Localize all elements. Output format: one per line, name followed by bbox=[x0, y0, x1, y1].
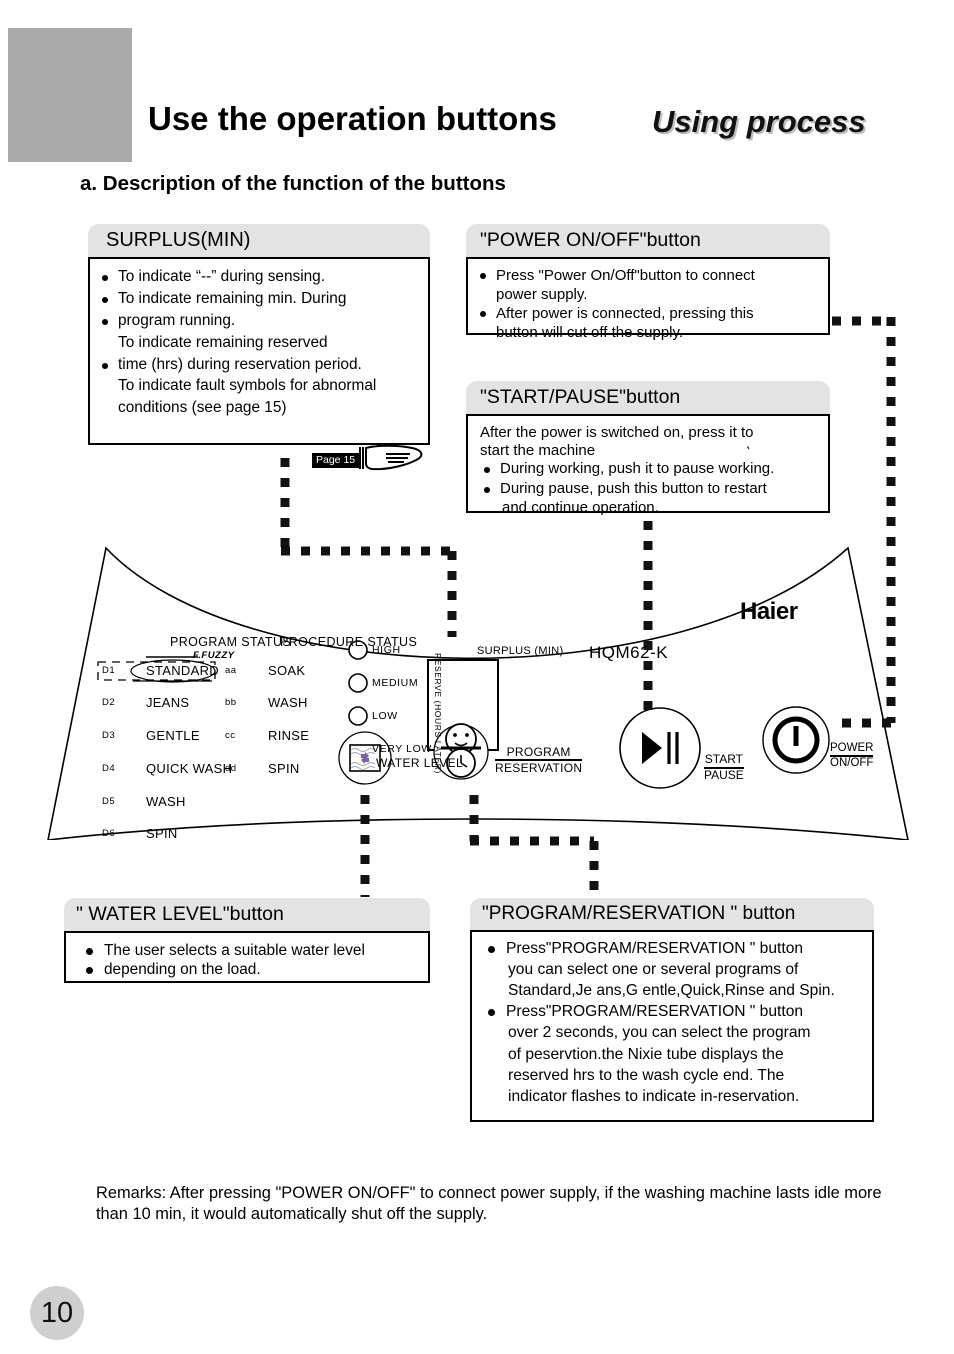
start-pause-button-label: START PAUSE bbox=[704, 752, 744, 783]
water-level-option-very-low: VERY LOW bbox=[372, 743, 432, 755]
remarks-text: Remarks: After pressing "POWER ON/OFF" t… bbox=[96, 1184, 882, 1223]
callout-program-reservation: "PROGRAM/RESERVATION " button Press"PROG… bbox=[470, 898, 874, 1122]
callout-surplus-body: To indicate “--” during sensing. To indi… bbox=[88, 257, 430, 471]
water-level-option-medium: MEDIUM bbox=[372, 677, 419, 689]
header-gray-block bbox=[8, 28, 132, 162]
program-reservation-label-top: PROGRAM bbox=[495, 745, 583, 762]
list-item: After power is connected, pressing this bbox=[478, 305, 818, 323]
onoff-label: ON/OFF bbox=[830, 757, 874, 770]
program-reservation-button-label: PROGRAM RESERVATION bbox=[495, 745, 583, 776]
program-code: D2 bbox=[102, 697, 116, 708]
program-name[interactable]: GENTLE bbox=[146, 728, 200, 743]
surplus-display-label: SURPLUS (MIN) bbox=[477, 645, 564, 657]
section-heading-a: a. Description of the function of the bu… bbox=[80, 172, 506, 195]
procedure-name: WASH bbox=[268, 695, 308, 710]
list-item: and continue operation. bbox=[502, 499, 659, 517]
callout-surplus: SURPLUS(MIN) To indicate “--” during sen… bbox=[88, 224, 430, 471]
model-number: HQM62-K bbox=[589, 643, 669, 662]
program-code: D6 bbox=[102, 828, 116, 839]
program-reservation-label-bottom: RESERVATION bbox=[495, 761, 583, 776]
program-name[interactable]: STANDARD bbox=[146, 663, 219, 678]
list-item: you can select one or several programs o… bbox=[508, 961, 799, 979]
callout-water-level-caption: " WATER LEVEL"button bbox=[64, 898, 430, 931]
list-item: over 2 seconds, you can select the progr… bbox=[508, 1024, 811, 1042]
list-item: Standard,Je ans,G entle,Quick,Rinse and … bbox=[508, 982, 835, 1000]
callout-water-level: " WATER LEVEL"button The user selects a … bbox=[64, 898, 430, 983]
list-item: button will cut off the supply. bbox=[496, 323, 684, 341]
list-item: depending on the load. bbox=[76, 961, 418, 979]
list-item: reserved hrs to the wash cycle end. The bbox=[508, 1066, 785, 1084]
page-reference-pointer: Page 15 bbox=[312, 444, 424, 476]
program-code: D4 bbox=[102, 763, 116, 774]
list-item: To indicate remaining min. During bbox=[100, 289, 420, 310]
pointing-hand-icon bbox=[358, 444, 424, 476]
pause-label: PAUSE bbox=[704, 767, 744, 782]
list-item: program running. bbox=[100, 311, 420, 332]
list-item: The user selects a suitable water level bbox=[76, 942, 418, 960]
water-level-option-high: HIGH bbox=[372, 644, 401, 656]
callout-start-pause: "START/PAUSE"button After the power is s… bbox=[466, 381, 830, 516]
list-item: of peservtion.the Nixie tube displays th… bbox=[508, 1045, 784, 1063]
water-level-option-low: LOW bbox=[372, 710, 398, 722]
program-status-title: PROGRAM STATUS bbox=[170, 635, 292, 649]
callout-power-body: Press "Power On/Off"button to connect po… bbox=[466, 257, 830, 341]
program-name[interactable]: WASH bbox=[146, 794, 186, 809]
list-item: Press"PROGRAM/RESERVATION " button bbox=[482, 939, 864, 959]
page-subtitle: Using process bbox=[652, 104, 866, 139]
list-item: To indicate “--” during sensing. bbox=[100, 267, 420, 288]
fuzzy-label: F.FUZZY bbox=[193, 650, 235, 661]
procedure-code: aa bbox=[225, 665, 237, 676]
callout-power-caption: "POWER ON/OFF"button bbox=[466, 224, 830, 257]
program-name[interactable]: SPIN bbox=[146, 826, 178, 841]
list-item: To indicate fault symbols for abnormal bbox=[118, 377, 377, 395]
program-code: D5 bbox=[102, 796, 116, 807]
start-label: START bbox=[704, 752, 744, 769]
list-item: time (hrs) during reservation period. bbox=[100, 355, 420, 376]
page-reference-tag: Page 15 bbox=[312, 452, 360, 468]
list-item: During pause, push this button to restar… bbox=[480, 480, 818, 499]
list-item: conditions (see page 15) bbox=[118, 399, 287, 417]
program-name[interactable]: QUICK WASH bbox=[146, 761, 232, 776]
list-item: Press"PROGRAM/RESERVATION " button bbox=[482, 1002, 864, 1022]
water-level-button-label: WATER LEVEL bbox=[376, 756, 464, 770]
control-panel-diagram: PROGRAM STATUS PROCEDURE STATUS F.FUZZY … bbox=[40, 540, 920, 841]
program-name[interactable]: JEANS bbox=[146, 695, 189, 710]
procedure-code: bb bbox=[225, 697, 237, 708]
list-item: power supply. bbox=[496, 285, 588, 303]
page-title: Use the operation buttons bbox=[148, 100, 557, 137]
procedure-name: SPIN bbox=[268, 761, 300, 776]
callout-water-level-body: The user selects a suitable water level … bbox=[64, 931, 430, 983]
lead-line: start the machine bbox=[480, 442, 596, 459]
program-code: D3 bbox=[102, 730, 116, 741]
lead-line: After the power is switched on, press it… bbox=[480, 424, 754, 441]
callout-program-reservation-body: Press"PROGRAM/RESERVATION " button you c… bbox=[470, 930, 874, 1122]
callout-surplus-caption: SURPLUS(MIN) bbox=[88, 224, 430, 257]
list-item: Press "Power On/Off"button to connect bbox=[478, 267, 818, 285]
procedure-code: dd bbox=[225, 763, 237, 774]
callout-start-pause-caption: "START/PAUSE"button bbox=[466, 381, 830, 414]
list-item: To indicate remaining reserved bbox=[118, 333, 328, 351]
callout-power: "POWER ON/OFF"button Press "Power On/Off… bbox=[466, 224, 830, 341]
list-item: During working, push it to pause working… bbox=[480, 460, 818, 479]
power-onoff-button-label: POWER ON/OFF bbox=[830, 742, 874, 770]
manual-page: Use the operation buttons Using process … bbox=[0, 0, 954, 1354]
callout-start-pause-body: After the power is switched on, press it… bbox=[466, 414, 830, 516]
callout-program-reservation-caption: "PROGRAM/RESERVATION " button bbox=[470, 898, 874, 930]
procedure-name: RINSE bbox=[268, 728, 310, 743]
list-item: indicator flashes to indicate in-reserva… bbox=[508, 1087, 800, 1105]
brand-logo: Haier bbox=[740, 598, 798, 625]
power-label: POWER bbox=[830, 742, 874, 758]
program-code: D1 bbox=[102, 665, 116, 676]
procedure-code: cc bbox=[225, 730, 236, 741]
procedure-name: SOAK bbox=[268, 663, 306, 678]
page-number: 10 bbox=[30, 1286, 84, 1340]
